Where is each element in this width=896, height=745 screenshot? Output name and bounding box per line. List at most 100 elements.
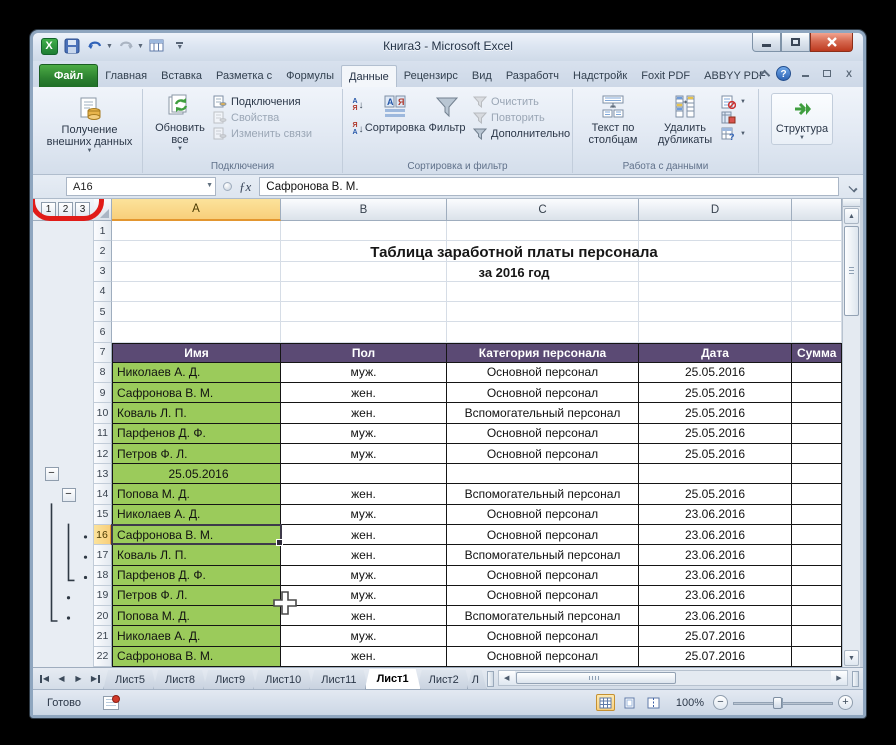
cell-E16[interactable] [792, 525, 842, 545]
cell-C20[interactable]: Вспомогательный персонал [447, 606, 639, 626]
filter-button[interactable]: Фильтр [421, 91, 473, 137]
cell-D12[interactable]: 25.05.2016 [639, 444, 792, 464]
cell[interactable] [281, 282, 447, 302]
cell[interactable] [112, 282, 281, 302]
row-header-10[interactable]: 10 [94, 403, 112, 423]
row-header-14[interactable]: 14 [94, 484, 112, 504]
sheet-tab-Лист2[interactable]: Лист2 [417, 670, 471, 690]
cell-E11[interactable] [792, 424, 842, 444]
column-header-partial[interactable] [792, 199, 842, 221]
cell-C21[interactable]: Основной персонал [447, 626, 639, 646]
zoom-out-button[interactable]: − [713, 695, 728, 710]
cell[interactable] [281, 241, 447, 261]
cell-A11[interactable]: Парфенов Д. Ф. [112, 424, 281, 444]
ribbon-tab-Формулы[interactable]: Формулы [279, 65, 341, 87]
ribbon-tab-Разработч[interactable]: Разработч [499, 65, 566, 87]
cell-A8[interactable]: Николаев А. Д. [112, 363, 281, 383]
cell-C19[interactable]: Основной персонал [447, 586, 639, 606]
row-header-21[interactable]: 21 [94, 626, 112, 646]
zoom-slider-thumb[interactable] [773, 697, 782, 709]
collapse-group-button-row-14[interactable]: − [62, 488, 76, 502]
insert-function-icon[interactable]: ƒx [239, 179, 251, 195]
group-label-data-tools[interactable]: Работа с данными [573, 161, 758, 172]
cell[interactable] [281, 262, 447, 282]
cell-B17[interactable]: жен. [281, 545, 447, 565]
cell-C17[interactable]: Вспомогательный персонал [447, 545, 639, 565]
row-header-5[interactable]: 5 [94, 302, 112, 322]
vertical-scrollbar-thumb[interactable] [844, 226, 859, 316]
cell-D21[interactable]: 25.07.2016 [639, 626, 792, 646]
cell-A12[interactable]: Петров Ф. Л. [112, 444, 281, 464]
scroll-right-icon[interactable]: ▶ [831, 671, 847, 685]
cell[interactable] [792, 282, 842, 302]
consolidate-button[interactable] [721, 111, 746, 125]
row-header-9[interactable]: 9 [94, 383, 112, 403]
cell[interactable] [792, 221, 842, 241]
cell[interactable] [447, 262, 639, 282]
table-header-Имя[interactable]: Имя [112, 343, 281, 363]
cell-E15[interactable] [792, 505, 842, 525]
cell-A17[interactable]: Коваль Л. П. [112, 545, 281, 565]
ribbon-tab-Вставка[interactable]: Вставка [154, 65, 209, 87]
cell-D16[interactable]: 23.06.2016 [639, 525, 792, 545]
row-header-11[interactable]: 11 [94, 424, 112, 444]
cell-C14[interactable]: Вспомогательный персонал [447, 484, 639, 504]
cell[interactable] [281, 464, 447, 484]
row-header-16[interactable]: 16 [94, 525, 112, 545]
cell-C10[interactable]: Вспомогательный персонал [447, 403, 639, 423]
cell-E21[interactable] [792, 626, 842, 646]
cell-B9[interactable]: жен. [281, 383, 447, 403]
macro-record-icon[interactable] [103, 696, 119, 710]
cell[interactable] [792, 302, 842, 322]
cell[interactable] [639, 464, 792, 484]
cell-D17[interactable]: 23.06.2016 [639, 545, 792, 565]
cell-A19[interactable]: Петров Ф. Л. [112, 586, 281, 606]
cell-C22[interactable]: Основной персонал [447, 647, 639, 667]
row-header-15[interactable]: 15 [94, 505, 112, 525]
cell[interactable] [447, 221, 639, 241]
tab-file[interactable]: Файл [39, 64, 98, 87]
table-header-Категория персонала[interactable]: Категория персонала [447, 343, 639, 363]
column-header-D[interactable]: D [639, 199, 792, 221]
cell[interactable] [281, 221, 447, 241]
cell-B12[interactable]: муж. [281, 444, 447, 464]
cell-E14[interactable] [792, 484, 842, 504]
row-header-4[interactable]: 4 [94, 282, 112, 302]
group-date-cell[interactable]: 25.05.2016 [112, 464, 281, 484]
sort-filter-item-Дополнительно[interactable]: Дополнительно [473, 127, 570, 140]
sheet-tab-Лист8[interactable]: Лист8 [153, 670, 207, 690]
structure-button[interactable]: Структура ▼ [771, 93, 833, 145]
formula-input[interactable]: Сафронова В. М. [259, 177, 839, 196]
cell-B21[interactable]: муж. [281, 626, 447, 646]
last-sheet-button[interactable]: ▶ [88, 671, 103, 686]
sheet-tab-Лист5[interactable]: Лист5 [103, 670, 157, 690]
first-sheet-button[interactable]: ◀ [37, 671, 52, 686]
ribbon-tab-Данные[interactable]: Данные [341, 65, 397, 87]
what-if-analysis-button[interactable]: ? ▼ [721, 127, 746, 141]
ribbon-tab-Вид[interactable]: Вид [465, 65, 499, 87]
scroll-left-icon[interactable]: ◀ [499, 671, 515, 685]
row-header-13[interactable]: 13 [94, 464, 112, 484]
vertical-scrollbar-track[interactable] [843, 317, 860, 649]
cell-B18[interactable]: муж. [281, 566, 447, 586]
doc-close-button[interactable]: X [841, 67, 857, 80]
tab-split-handle[interactable] [487, 671, 494, 687]
row-header-2[interactable]: 2 [94, 241, 112, 261]
row-header-18[interactable]: 18 [94, 566, 112, 586]
cell-E9[interactable] [792, 383, 842, 403]
cell[interactable] [112, 322, 281, 342]
text-to-columns-button[interactable]: Текст по столбцам [577, 91, 649, 149]
sheet-tab-Лист11[interactable]: Лист11 [309, 670, 368, 690]
scroll-up-icon[interactable]: ▲ [844, 208, 859, 224]
vertical-scrollbar[interactable]: ▲ ▼ [842, 199, 860, 667]
next-sheet-button[interactable]: ▶ [71, 671, 86, 686]
cell[interactable] [447, 241, 639, 261]
cell-C16[interactable]: Основной персонал [447, 525, 639, 545]
sheet-tab-Л[interactable]: Л [467, 670, 487, 690]
cell[interactable] [639, 262, 792, 282]
cell-D11[interactable]: 25.05.2016 [639, 424, 792, 444]
row-header-1[interactable]: 1 [94, 221, 112, 241]
ribbon-tab-Надстройк[interactable]: Надстройк [566, 65, 634, 87]
cell-B22[interactable]: жен. [281, 647, 447, 667]
cell[interactable] [639, 302, 792, 322]
